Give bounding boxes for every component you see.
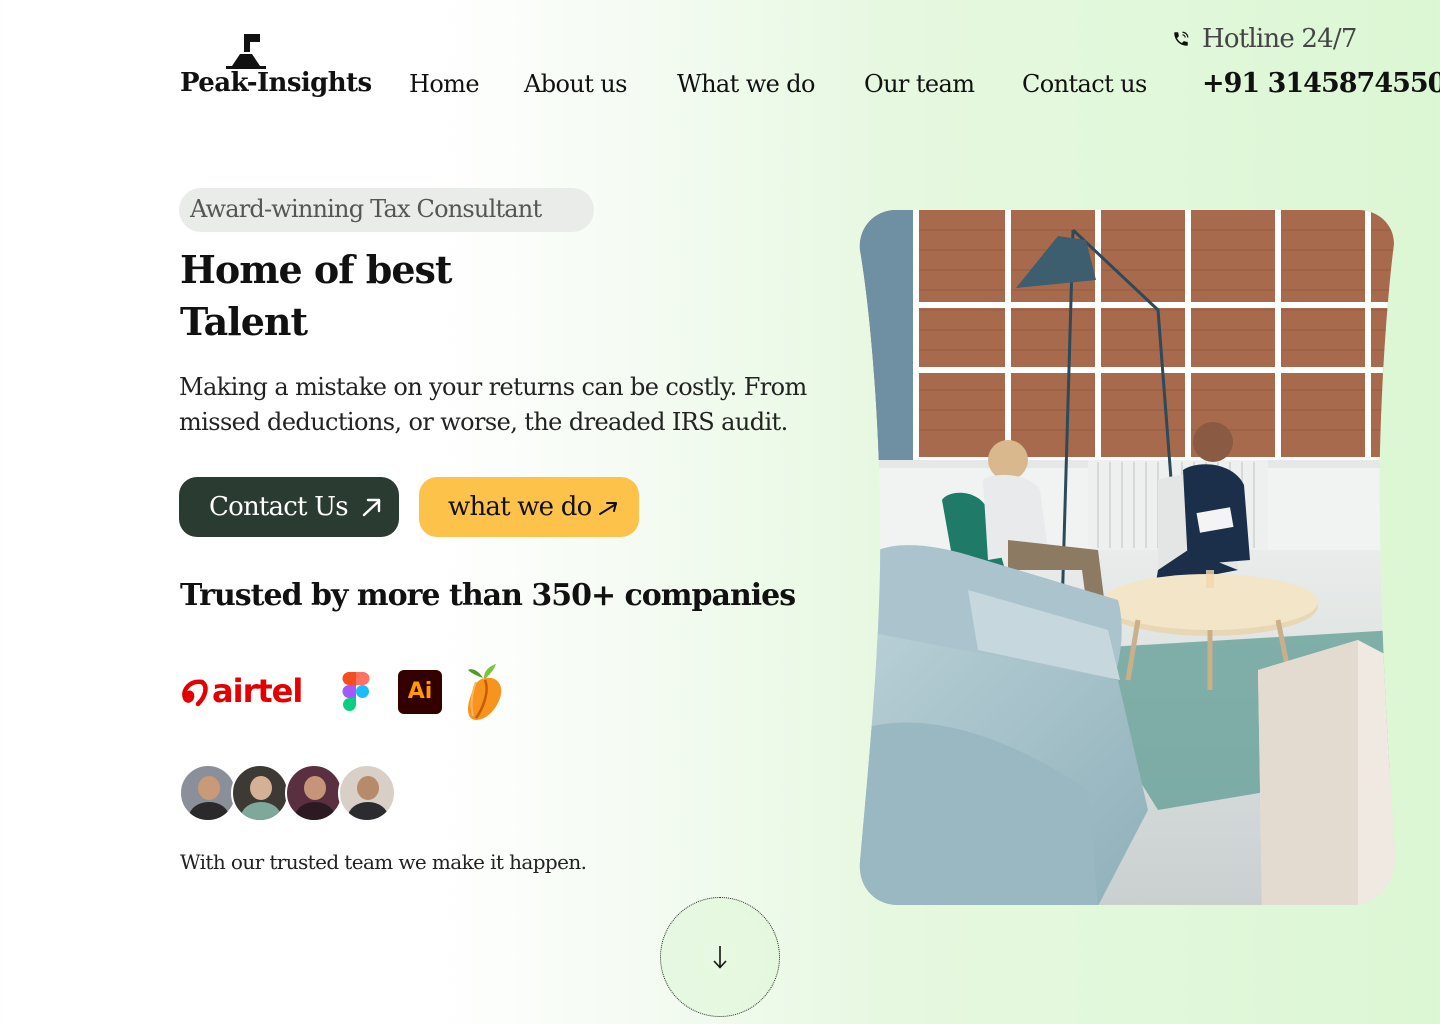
award-badge: Award-winning Tax Consultant (179, 188, 594, 232)
avatar (179, 764, 237, 822)
nav-what-we-do[interactable]: What we do (677, 70, 816, 98)
hotline-phone-number[interactable]: +91 3145874550 (1202, 68, 1440, 99)
phone-icon (1174, 31, 1189, 46)
hero-image (859, 210, 1396, 905)
person-at-desk-icon (226, 34, 266, 69)
contact-us-button-label: Contact Us (209, 492, 349, 522)
hotline: Hotline 24/7 (1172, 24, 1357, 54)
arrow-up-right-icon (362, 498, 380, 517)
hero-description: Making a mistake on your returns can be … (179, 373, 807, 436)
team-caption: With our trusted team we make it happen. (180, 850, 587, 874)
brand-logo[interactable]: Peak-Insights (180, 32, 372, 104)
avatar (231, 764, 289, 822)
airtel-logo: airtel (180, 672, 304, 712)
scroll-down-button[interactable] (660, 897, 780, 1017)
nav-home[interactable]: Home (409, 70, 480, 98)
brand-name: Peak-Insights (180, 68, 372, 98)
avatar (285, 764, 343, 822)
arrow-down-icon (713, 946, 727, 969)
hero-title-line1: Home of best (180, 247, 452, 292)
fl-studio-logo-icon (468, 664, 502, 720)
nav-about-us[interactable]: About us (524, 70, 627, 98)
hero-title: Home of best Talent (180, 244, 580, 348)
what-we-do-button-label: what we do (448, 492, 592, 522)
contact-us-button[interactable]: Contact Us (179, 477, 399, 537)
what-we-do-button[interactable]: what we do (419, 477, 639, 537)
hotline-label: Hotline 24/7 (1202, 24, 1357, 54)
nav-our-team[interactable]: Our team (864, 70, 975, 98)
avatar (338, 764, 396, 822)
adobe-illustrator-logo: Ai (398, 670, 442, 714)
airtel-wordmark: airtel (212, 672, 303, 710)
team-avatars (179, 764, 399, 822)
hero-title-line2: Talent (180, 299, 308, 344)
trusted-heading: Trusted by more than 350+ companies (180, 578, 796, 613)
airtel-swirl-icon (182, 679, 208, 707)
figma-logo-icon (342, 672, 370, 711)
nav-contact-us[interactable]: Contact us (1022, 70, 1147, 98)
arrow-up-right-icon (599, 502, 618, 515)
